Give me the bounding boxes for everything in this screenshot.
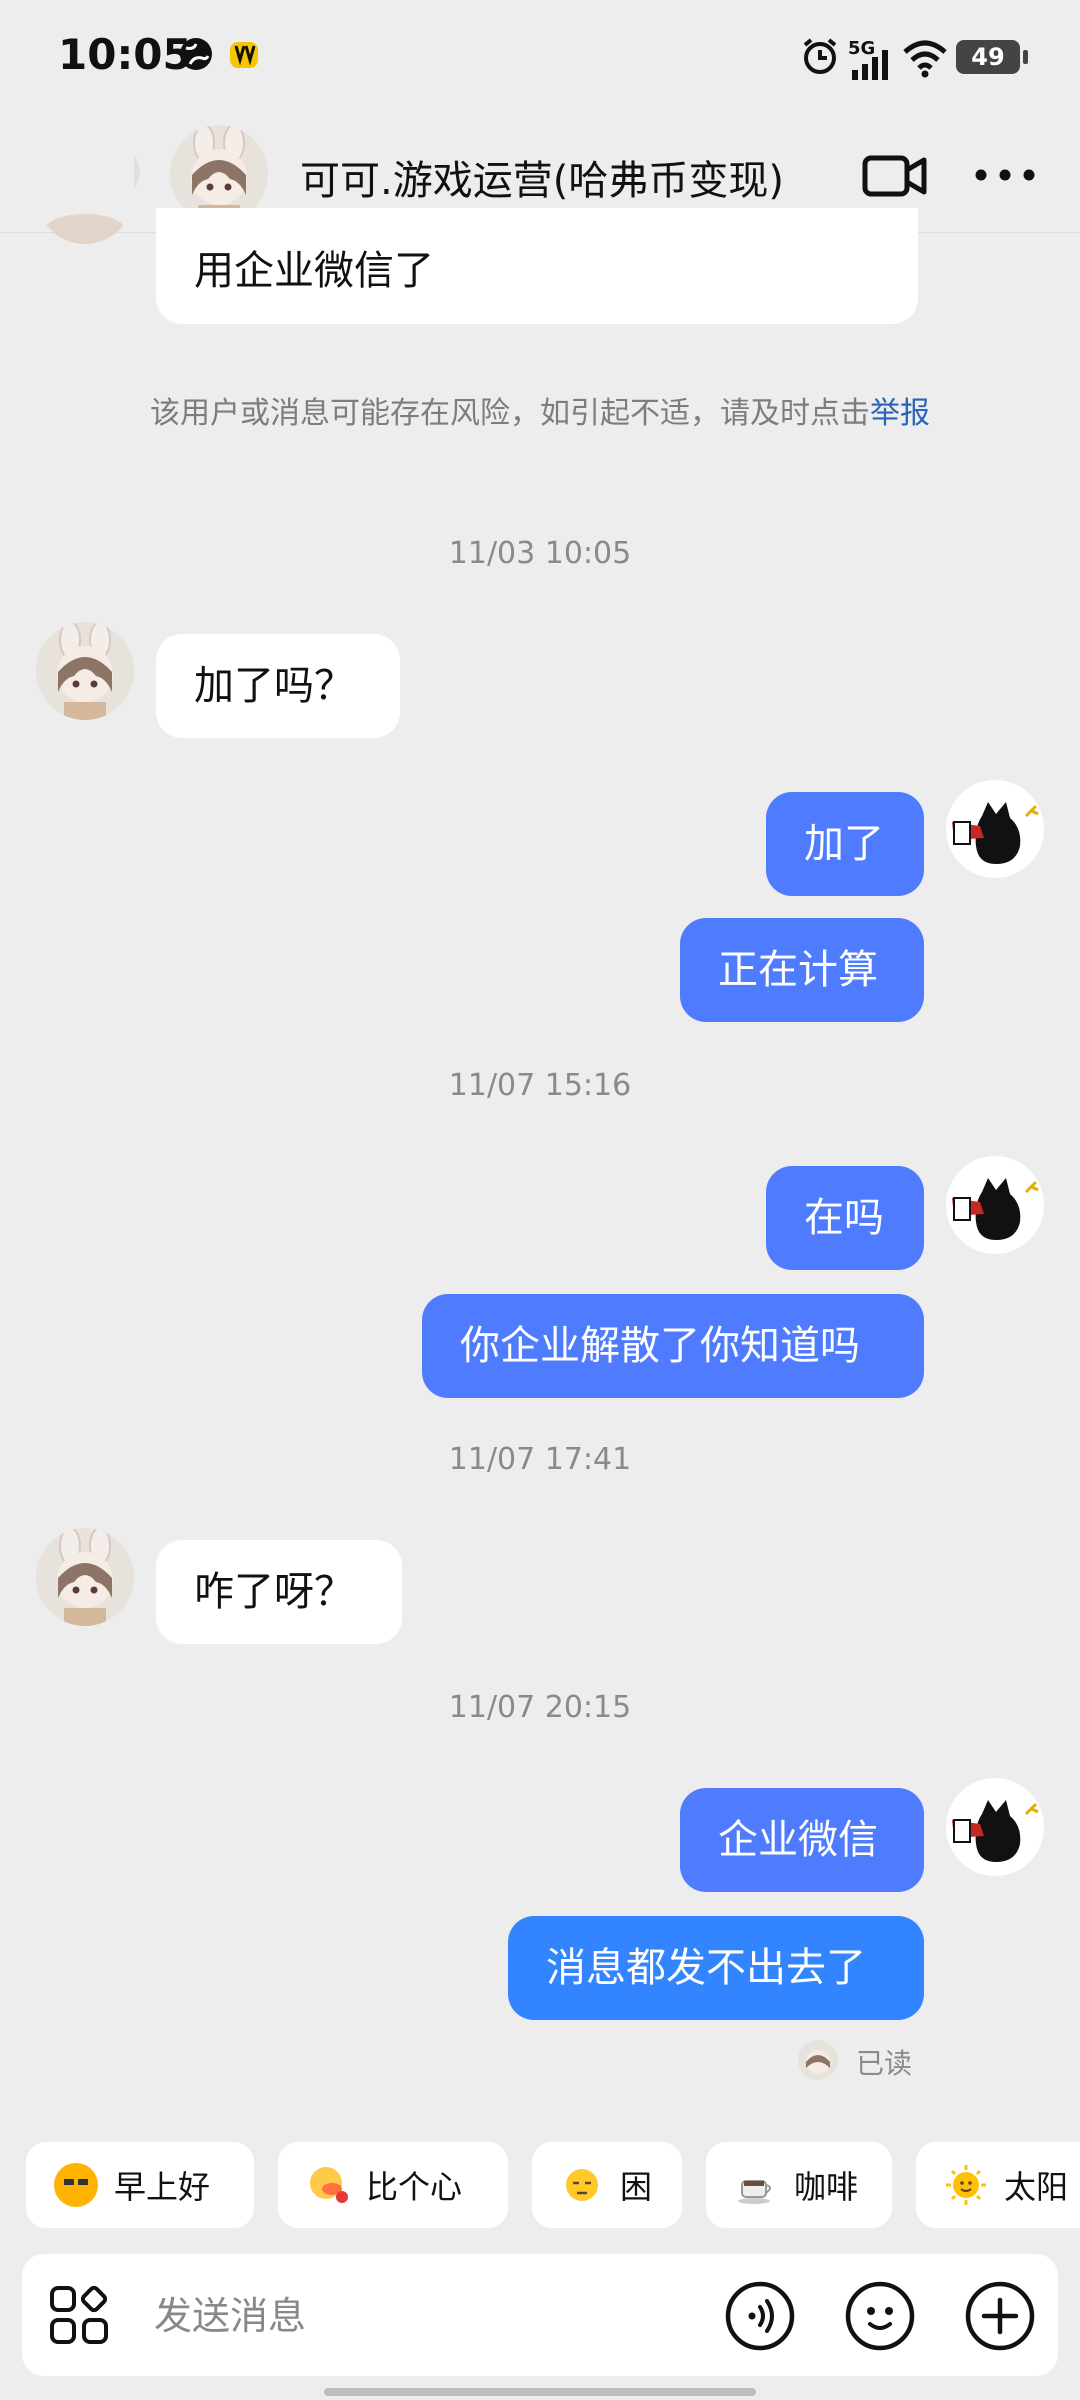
quick-reply-label: 早上好 [114,2168,211,2206]
quick-reply-label: 咖啡 [794,2168,859,2206]
sleepy-face-emoji-icon [560,2163,604,2207]
contact-avatar-partial [36,140,134,244]
contact-name: 可可.游戏运营(哈弗币变现) [300,158,784,204]
message-bubble-outgoing[interactable]: 消息都发不出去了 [508,1916,924,2020]
video-call-button[interactable] [862,146,928,206]
duck-heart-emoji-icon [306,2163,350,2207]
message-input[interactable] [152,2284,716,2348]
quick-reply-chip[interactable]: 太阳 [916,2142,1080,2228]
add-attachment-button[interactable] [964,2280,1036,2352]
status-bar: 10:05 5G 49 [0,0,1080,120]
message-bubble-incoming-partial[interactable]: 用企业微信了 [156,208,918,324]
message-bubble-incoming[interactable]: 咋了呀？ [156,1540,402,1644]
quick-reply-label: 困 [620,2168,653,2206]
wifi-icon [903,40,947,78]
risk-notice: 该用户或消息可能存在风险，如引起不适，请及时点击举报 [150,392,930,436]
timestamp: 11/07 15:16 [448,1068,632,1103]
timestamp: 11/07 17:41 [448,1442,632,1477]
timestamp: 11/07 20:15 [448,1690,632,1725]
battery-icon: 49 [956,40,1028,74]
more-options-button[interactable] [972,160,1038,190]
alarm-icon [803,38,837,74]
quick-reply-chip[interactable]: 早上好 [26,2142,254,2228]
report-link[interactable]: 举报 [870,396,930,431]
read-status: 已读 [856,2047,913,2080]
risk-notice-text: 该用户或消息可能存在风险，如引起不适，请及时点击 [150,396,870,431]
input-bar [22,2254,1058,2376]
my-avatar[interactable] [946,1156,1044,1254]
sun-emoji-icon [944,2163,988,2207]
app-notification-icon [230,42,258,68]
status-time: 10:05 [58,30,192,79]
apps-grid-button[interactable] [48,2284,110,2346]
quick-reply-label: 太阳 [1004,2168,1069,2206]
timestamp: 11/03 10:05 [448,536,632,571]
quick-reply-chip[interactable]: 咖啡 [706,2142,892,2228]
home-indicator[interactable] [324,2388,756,2396]
sun-sunglasses-emoji-icon [54,2163,98,2207]
message-bubble-outgoing[interactable]: 你企业解散了你知道吗 [422,1294,924,1398]
my-avatar[interactable] [946,1778,1044,1876]
voice-input-button[interactable] [724,2280,796,2352]
my-avatar[interactable] [946,780,1044,878]
message-bubble-outgoing[interactable]: 在吗 [766,1166,924,1270]
globe-icon [180,38,212,70]
contact-avatar[interactable] [36,622,134,720]
message-bubble-incoming[interactable]: 加了吗？ [156,634,400,738]
contact-avatar[interactable] [36,1528,134,1626]
message-bubble-outgoing[interactable]: 企业微信 [680,1788,924,1892]
signal-icon [852,50,888,80]
reader-avatar [798,2040,838,2080]
coffee-cup-emoji-icon [734,2163,778,2207]
emoji-button[interactable] [844,2280,916,2352]
quick-reply-chip[interactable]: 困 [532,2142,682,2228]
quick-reply-label: 比个心 [366,2168,463,2206]
message-bubble-outgoing[interactable]: 正在计算 [680,918,924,1022]
quick-reply-chip[interactable]: 比个心 [278,2142,508,2228]
message-bubble-outgoing[interactable]: 加了 [766,792,924,896]
